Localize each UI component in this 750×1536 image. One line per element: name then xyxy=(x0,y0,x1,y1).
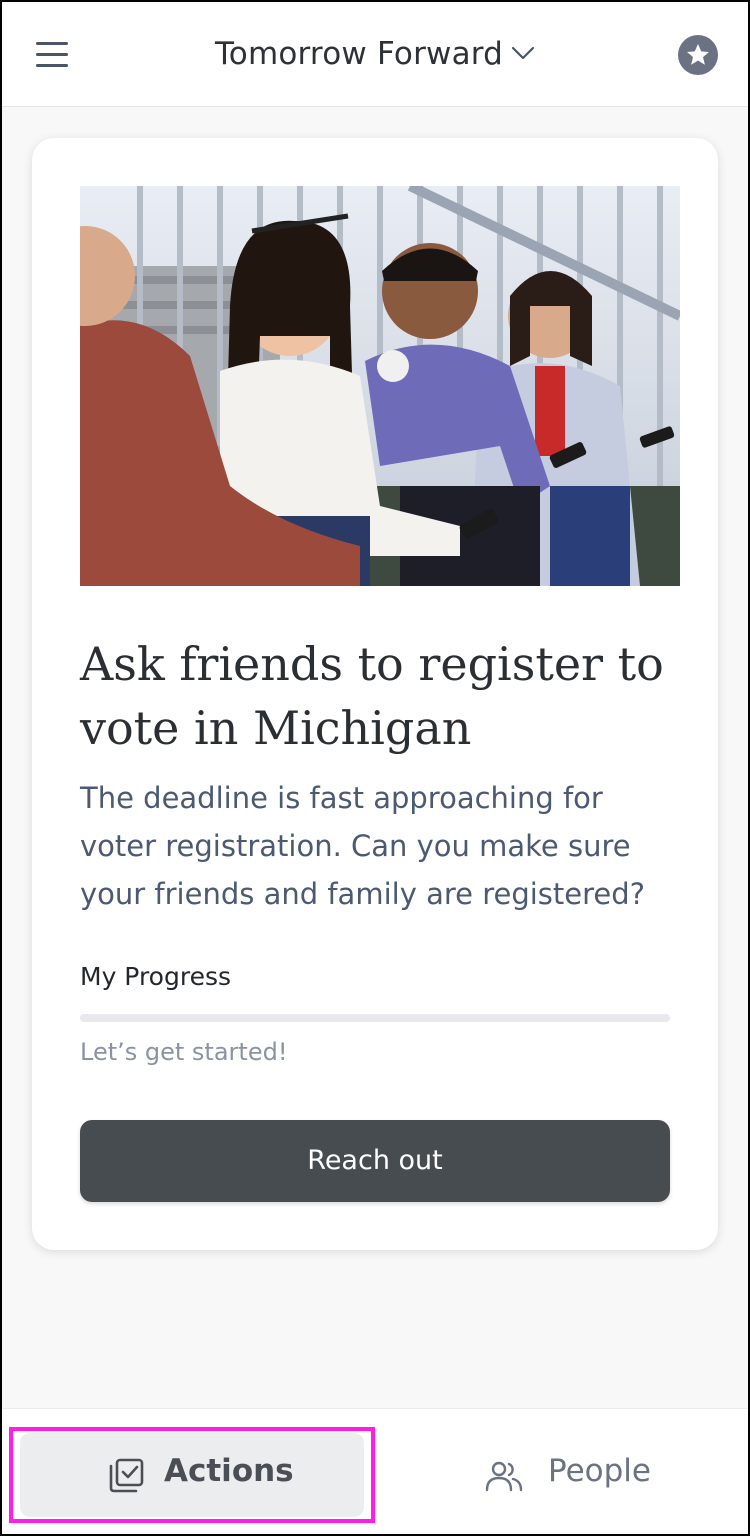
header-title-group: Tomorrow Forward xyxy=(2,36,748,72)
card-description: The deadline is fast approaching for vot… xyxy=(80,781,646,911)
checklist-icon xyxy=(109,1458,144,1493)
star-icon xyxy=(687,44,709,65)
organization-switcher[interactable]: Tomorrow Forward xyxy=(215,36,535,72)
reach-out-button[interactable]: Reach out xyxy=(80,1120,670,1202)
progress-bar xyxy=(80,1014,670,1022)
app-header: Tomorrow Forward xyxy=(2,2,748,107)
page-title: Tomorrow Forward xyxy=(214,36,504,72)
favorite-button[interactable] xyxy=(678,35,718,75)
tab-people-label: People xyxy=(548,1453,651,1489)
tab-people[interactable]: People xyxy=(398,1433,738,1517)
people-icon xyxy=(485,1461,523,1492)
tab-actions-label: Actions xyxy=(164,1453,294,1489)
bottom-tab-bar: Actions People xyxy=(2,1408,748,1534)
photo-illustration xyxy=(80,186,680,586)
action-photo xyxy=(80,186,680,586)
progress-label: My Progress xyxy=(80,962,232,991)
app-frame: Tomorrow Forward Ask friends to register… xyxy=(0,0,750,1536)
progress-status-text: Let’s get started! xyxy=(80,1038,288,1066)
action-card: Ask friends to register to vote in Michi… xyxy=(32,138,718,1250)
tab-actions[interactable]: Actions xyxy=(20,1433,364,1517)
chevron-down-icon xyxy=(511,46,535,59)
card-title: Ask friends to register to vote in Michi… xyxy=(80,637,664,755)
